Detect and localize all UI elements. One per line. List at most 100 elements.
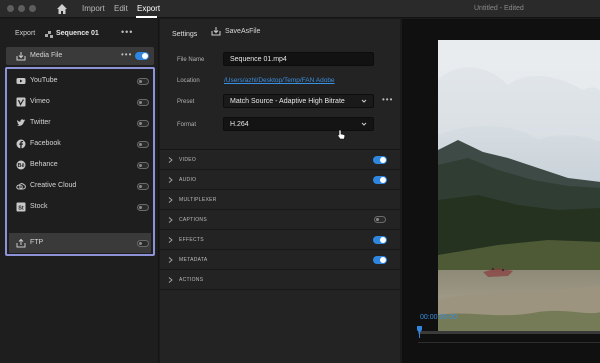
effects-toggle[interactable] bbox=[373, 236, 387, 244]
media-file-more-icon[interactable]: ••• bbox=[121, 50, 132, 59]
twitter-toggle[interactable] bbox=[137, 120, 149, 127]
save-as-file-button[interactable]: SaveAsFile bbox=[225, 28, 260, 35]
home-icon[interactable] bbox=[56, 3, 68, 15]
section-actions[interactable]: ACTIONS bbox=[160, 270, 400, 290]
creative-cloud-icon bbox=[16, 183, 26, 190]
facebook-icon bbox=[16, 139, 26, 149]
section-label: ACTIONS bbox=[179, 277, 204, 283]
destination-behance[interactable]: Bē Behance bbox=[9, 155, 151, 175]
export-file-icon bbox=[16, 52, 26, 61]
tab-export[interactable]: Export bbox=[137, 4, 160, 13]
destination-label: YouTube bbox=[30, 77, 58, 84]
chevron-right-icon bbox=[168, 257, 173, 263]
chevron-down-icon bbox=[361, 99, 367, 103]
section-label: VIDEO bbox=[179, 157, 197, 163]
destination-label: Behance bbox=[30, 161, 58, 168]
destination-label: Stock bbox=[30, 203, 48, 210]
destination-twitter[interactable]: Twitter bbox=[9, 113, 151, 133]
audio-toggle[interactable] bbox=[373, 176, 387, 184]
destination-facebook[interactable]: Facebook bbox=[9, 134, 151, 154]
zoom-window-button[interactable] bbox=[29, 5, 36, 12]
svg-text:Bē: Bē bbox=[17, 163, 24, 169]
vimeo-toggle[interactable] bbox=[137, 99, 149, 106]
export-label: Export bbox=[15, 30, 36, 37]
destination-label: Facebook bbox=[30, 140, 61, 147]
playback-scrub-bar[interactable] bbox=[418, 331, 600, 334]
preset-select[interactable]: Match Source - Adaptive High Bitrate bbox=[223, 94, 374, 108]
section-label: METADATA bbox=[179, 257, 208, 263]
captions-toggle[interactable] bbox=[374, 216, 386, 223]
preset-value: Match Source - Adaptive High Bitrate bbox=[230, 98, 345, 105]
section-effects[interactable]: EFFECTS bbox=[160, 230, 400, 250]
close-window-button[interactable] bbox=[7, 5, 14, 12]
destination-stock[interactable]: St Stock bbox=[9, 197, 151, 217]
chevron-right-icon bbox=[168, 177, 173, 183]
media-file-row[interactable]: Media File ••• bbox=[6, 47, 154, 65]
media-file-label: Media File bbox=[30, 52, 63, 59]
destination-label: Creative Cloud bbox=[30, 182, 77, 189]
preset-label: Preset bbox=[177, 99, 195, 105]
destination-label: Twitter bbox=[30, 119, 51, 126]
svg-text:St: St bbox=[18, 205, 24, 211]
chevron-right-icon bbox=[168, 277, 173, 283]
destination-label: Vimeo bbox=[30, 98, 50, 105]
video-toggle[interactable] bbox=[373, 156, 387, 164]
stock-icon: St bbox=[16, 202, 26, 212]
format-value: H.264 bbox=[230, 121, 249, 128]
section-captions[interactable]: CAPTIONS bbox=[160, 210, 400, 230]
chevron-right-icon bbox=[168, 157, 173, 163]
location-label: Location bbox=[177, 78, 200, 84]
ftp-toggle[interactable] bbox=[137, 240, 149, 247]
section-audio[interactable]: AUDIO bbox=[160, 170, 400, 190]
destination-creative-cloud[interactable]: Creative Cloud bbox=[9, 176, 151, 196]
section-video[interactable]: VIDEO bbox=[160, 150, 400, 170]
facebook-toggle[interactable] bbox=[137, 141, 149, 148]
stock-toggle[interactable] bbox=[137, 204, 149, 211]
mouse-cursor-icon bbox=[337, 129, 346, 140]
section-label: EFFECTS bbox=[179, 237, 204, 243]
timecode-display: 00:00:00:00 bbox=[420, 314, 457, 321]
behance-toggle[interactable] bbox=[137, 162, 149, 169]
metadata-toggle[interactable] bbox=[373, 256, 387, 264]
tab-edit[interactable]: Edit bbox=[114, 4, 128, 13]
playhead-handle[interactable] bbox=[417, 326, 422, 338]
youtube-toggle[interactable] bbox=[137, 78, 149, 85]
section-metadata[interactable]: METADATA bbox=[160, 250, 400, 270]
settings-sections: VIDEO AUDIO MULTIPLEXER CAPTIONS EFFECTS… bbox=[160, 149, 400, 290]
more-options-icon[interactable]: ••• bbox=[121, 27, 133, 37]
media-file-toggle[interactable] bbox=[135, 52, 149, 60]
active-tab-indicator bbox=[136, 16, 157, 18]
location-link[interactable]: /Users/azhl/Desktop/Temp/FAN Adobe bbox=[224, 77, 335, 84]
tab-import[interactable]: Import bbox=[82, 4, 105, 13]
creative-cloud-toggle[interactable] bbox=[137, 183, 149, 190]
twitter-icon bbox=[17, 119, 26, 126]
save-as-file-icon[interactable] bbox=[211, 26, 221, 36]
settings-header: Settings SaveAsFile bbox=[160, 19, 400, 43]
vimeo-icon bbox=[16, 97, 26, 107]
file-name-input[interactable]: Sequence 01.mp4 bbox=[223, 52, 374, 66]
export-destinations-panel: Export Sequence 01 ••• Media File ••• Yo… bbox=[0, 19, 159, 363]
destination-youtube[interactable]: YouTube bbox=[9, 71, 151, 91]
document-title: Untitled - Edited bbox=[474, 5, 524, 12]
top-bar: Import Edit Export Untitled - Edited bbox=[0, 0, 600, 18]
section-multiplexer[interactable]: MULTIPLEXER bbox=[160, 190, 400, 210]
minimize-window-button[interactable] bbox=[18, 5, 25, 12]
format-select[interactable]: H.264 bbox=[223, 117, 374, 131]
format-label: Format bbox=[177, 122, 197, 128]
destinations-list: YouTube Vimeo Twitter Facebook Bē Behanc… bbox=[5, 67, 155, 256]
sequence-icon bbox=[45, 31, 53, 38]
chevron-right-icon bbox=[168, 237, 173, 243]
section-label: AUDIO bbox=[179, 177, 197, 183]
section-label: CAPTIONS bbox=[179, 217, 207, 223]
destination-vimeo[interactable]: Vimeo bbox=[9, 92, 151, 112]
settings-panel: Settings SaveAsFile File Name Sequence 0… bbox=[160, 19, 400, 363]
destination-ftp[interactable]: FTP bbox=[9, 233, 151, 253]
video-preview-frame bbox=[438, 40, 600, 333]
preset-more-icon[interactable]: ••• bbox=[382, 95, 393, 104]
youtube-icon bbox=[16, 78, 26, 84]
behance-icon: Bē bbox=[16, 160, 26, 170]
file-name-label: File Name bbox=[177, 57, 205, 63]
section-label: MULTIPLEXER bbox=[179, 197, 217, 203]
timeline-track bbox=[418, 342, 600, 343]
sequence-name: Sequence 01 bbox=[56, 30, 99, 37]
